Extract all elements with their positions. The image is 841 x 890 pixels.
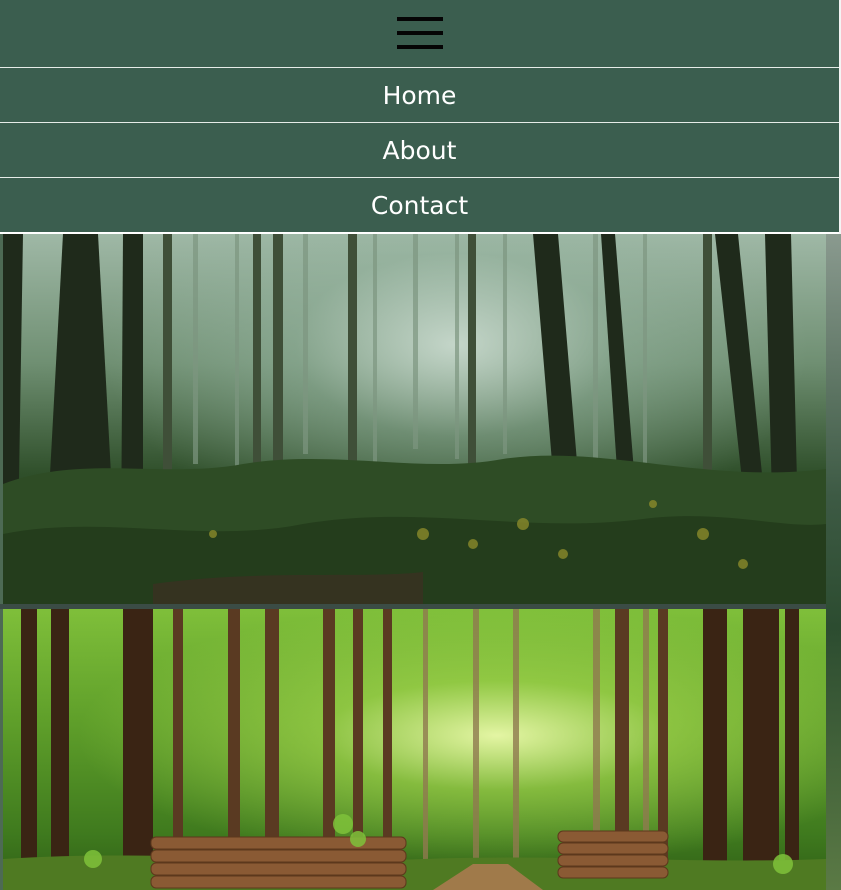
nav-item-contact[interactable]: Contact (0, 177, 839, 232)
nav-item-home[interactable]: Home (0, 67, 839, 122)
misty-forest-photo (3, 234, 826, 604)
hamburger-menu-icon[interactable] (396, 16, 443, 49)
misty-forest-illustration (3, 234, 826, 604)
menu-line (396, 30, 443, 35)
sunlit-forest-illustration (3, 609, 826, 890)
sunlit-forest-path-photo (3, 609, 826, 890)
image-slider (0, 234, 841, 890)
nav-menu: Home About Contact (0, 67, 839, 232)
nav-item-about[interactable]: About (0, 122, 839, 177)
top-bar (0, 0, 839, 67)
menu-line (396, 44, 443, 49)
next-slide-peek (826, 234, 841, 890)
page: Home About Contact (0, 0, 841, 890)
menu-line (396, 16, 443, 21)
